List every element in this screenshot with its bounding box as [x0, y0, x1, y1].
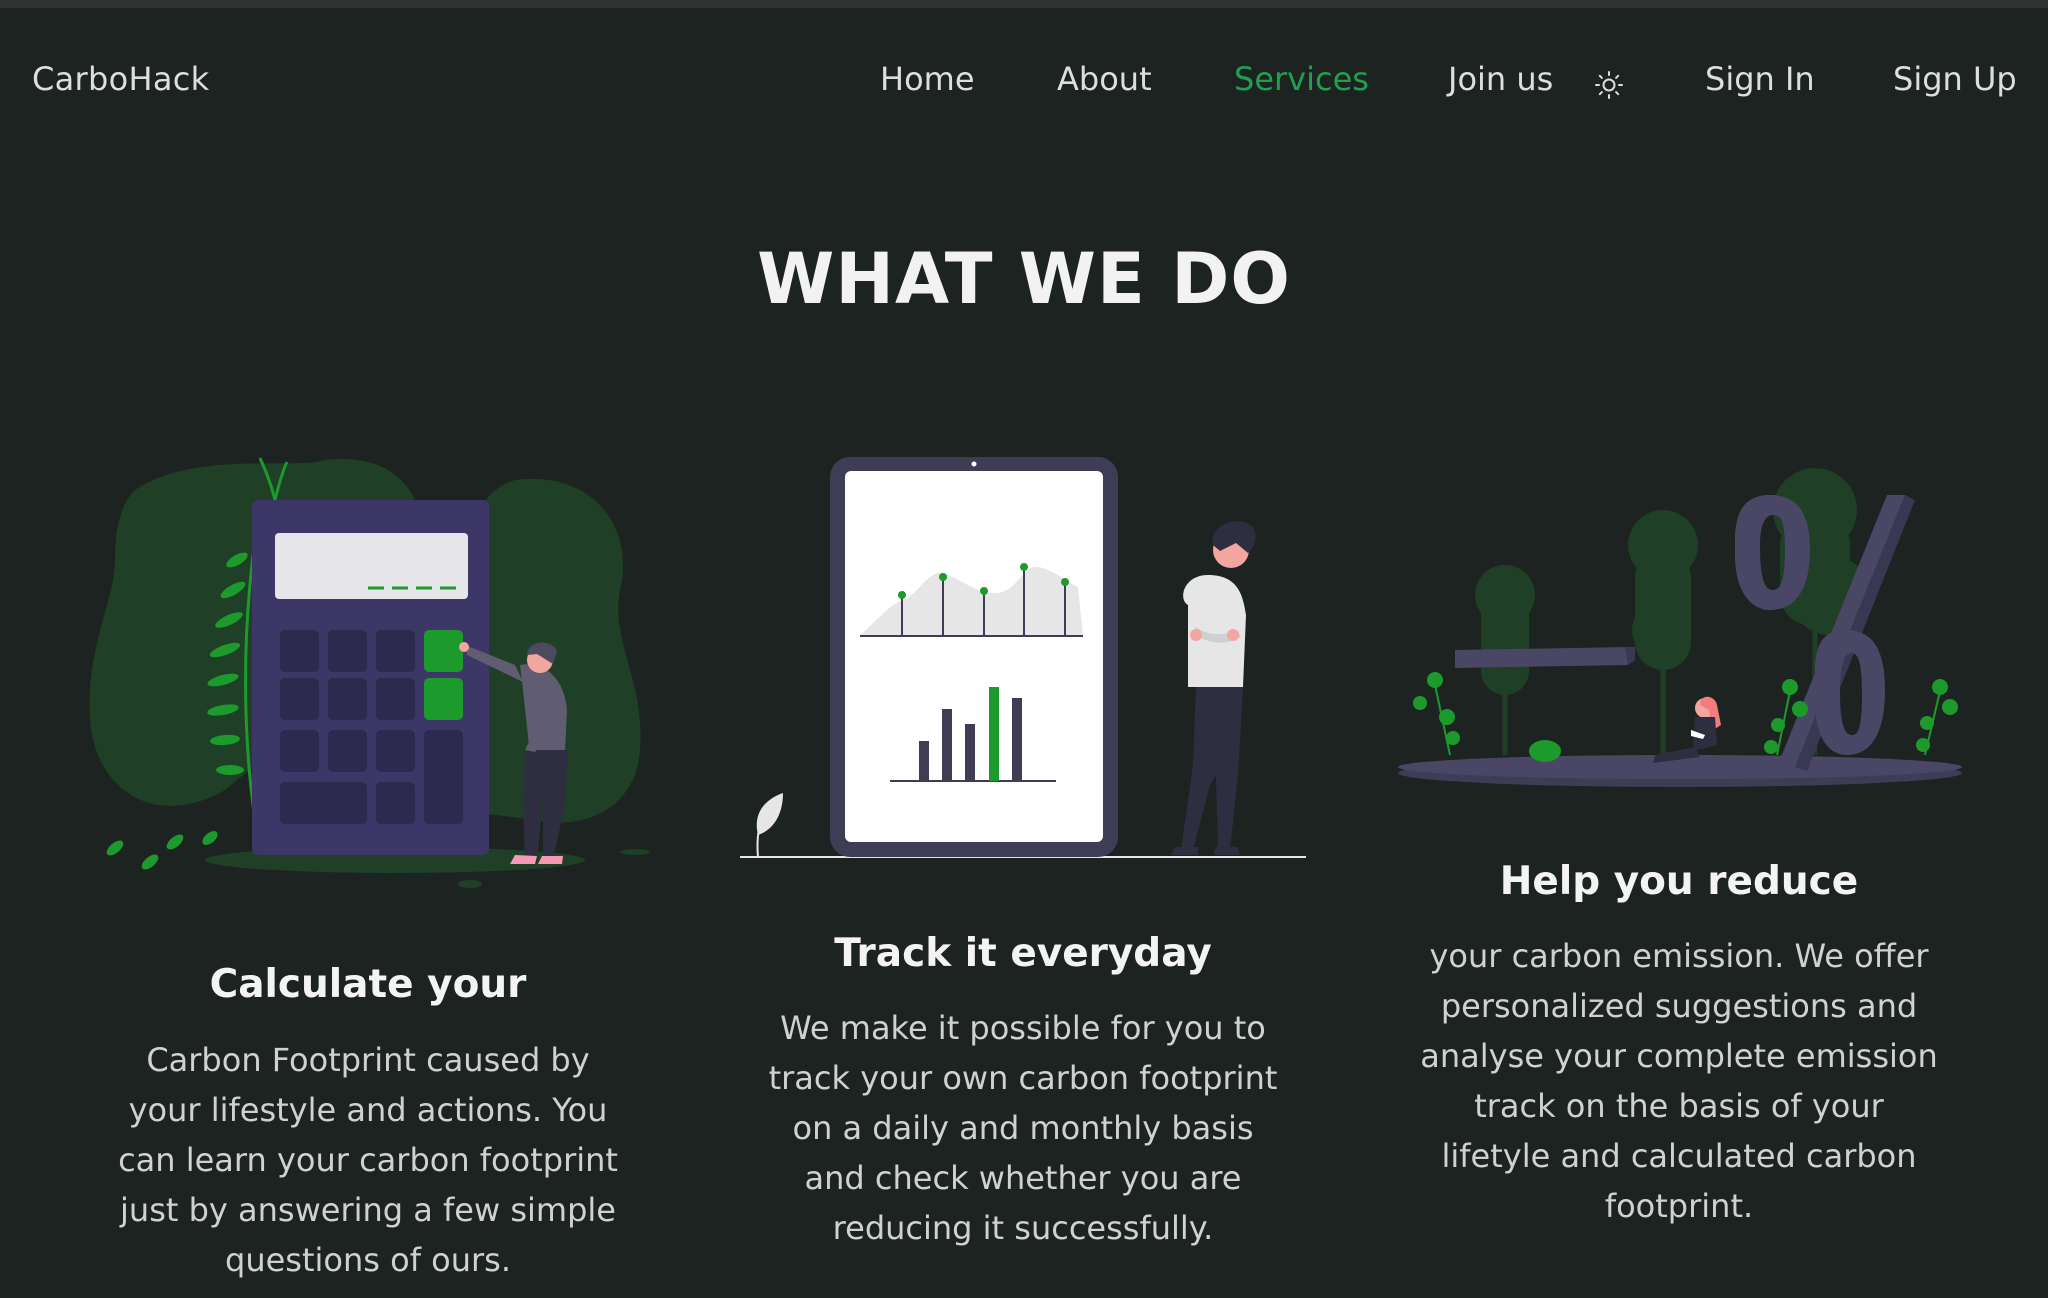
- sun-icon[interactable]: [1594, 70, 1624, 100]
- card-text-track: We make it possible for you to track you…: [768, 1009, 1278, 1247]
- nav-about[interactable]: About: [1057, 60, 1152, 98]
- card-text-calculate: Carbon Footprint caused by your lifestyl…: [118, 1041, 618, 1279]
- card-title-calculate: Calculate your: [209, 962, 527, 1007]
- card-text-reduce: your carbon emission. We offer personali…: [1420, 937, 1938, 1225]
- window-top-strip: [0, 0, 2048, 8]
- card-title-track: Track it everyday: [834, 931, 1212, 976]
- nav-home[interactable]: Home: [880, 60, 975, 98]
- nav-sign-in[interactable]: Sign In: [1705, 60, 1815, 98]
- percent-reduction-illustration: [1398, 468, 1962, 787]
- card-title-reduce: Help you reduce: [1499, 859, 1859, 904]
- section-title: WHAT WE DO: [757, 238, 1291, 320]
- tracking-tablet-illustration: [740, 457, 1306, 858]
- calculator-illustration: [89, 457, 650, 888]
- navbar: CarboHack Home About Services Join us Si…: [0, 8, 2048, 152]
- nav-join-us[interactable]: Join us: [1448, 60, 1553, 98]
- nav-sign-up[interactable]: Sign Up: [1893, 60, 2017, 98]
- brand-logo[interactable]: CarboHack: [32, 60, 210, 98]
- nav-services[interactable]: Services: [1234, 60, 1369, 98]
